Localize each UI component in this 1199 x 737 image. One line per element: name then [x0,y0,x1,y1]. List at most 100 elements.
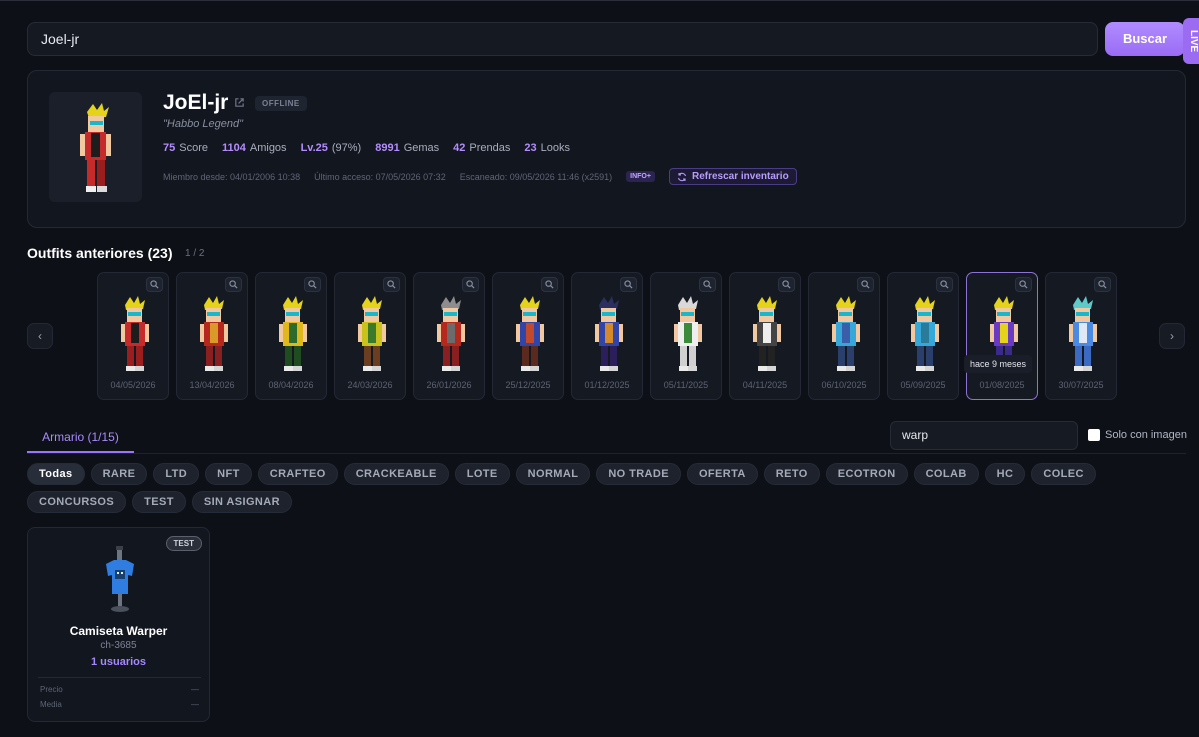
outfit-date: 26/01/2026 [426,380,472,390]
outfit-tooltip: hace 9 meses [964,355,1033,373]
filter-chip[interactable]: RARE [90,463,148,485]
filter-chip[interactable]: CRAFTEO [257,463,338,485]
stat-looks: 23 Looks [524,142,571,154]
outfit-card[interactable]: 30/07/2025 [1045,272,1117,400]
outfit-date: 06/10/2025 [821,380,867,390]
filter-chip[interactable]: CONCURSOS [27,491,127,513]
filter-chip[interactable]: LOTE [454,463,510,485]
filter-chip[interactable]: OFERTA [686,463,758,485]
filter-chip[interactable]: COLAB [913,463,979,485]
zoom-icon[interactable] [620,277,637,292]
outfit-card[interactable]: 06/10/2025 [808,272,880,400]
outfit-sprite [753,296,781,371]
outfit-date: 01/12/2025 [584,380,630,390]
outfit-card[interactable]: 01/08/2025 [966,272,1038,400]
item-name: Camiseta Warper [69,624,168,638]
item-users-link[interactable]: 1 usuarios [28,656,209,668]
zoom-icon[interactable] [699,277,716,292]
refresh-icon [677,172,686,181]
stat-friends: 1104 Amigos [222,142,287,154]
outfit-sprite [279,296,307,371]
outfit-sprite [1069,296,1097,371]
item-badge: TEST [165,536,202,551]
filter-chip[interactable]: Todas [27,463,85,485]
live-side-tab[interactable]: LIVE [1183,18,1199,64]
item-media-row: Media — [40,700,199,709]
shirt-mannequin-image [106,546,134,612]
zoom-icon[interactable] [304,277,321,292]
zoom-icon[interactable] [857,277,874,292]
outfit-date: 08/04/2026 [268,380,314,390]
avatar-sprite [80,103,111,192]
outfit-card[interactable]: 05/11/2025 [650,272,722,400]
profile-card: JoEl-jr OFFLINE "Habbo Legend" 75 Score 1… [27,70,1186,228]
outfit-card[interactable]: 26/01/2026 [413,272,485,400]
outfit-card[interactable]: 08/04/2026 [255,272,327,400]
member-since: Miembro desde: 04/01/2006 10:38 [163,171,301,182]
stat-score: 75 Score [163,142,208,154]
last-access: Último acceso: 07/05/2026 07:32 [314,171,446,182]
zoom-icon[interactable] [541,277,558,292]
zoom-icon[interactable] [383,277,400,292]
filter-chip[interactable]: ECOTRON [825,463,908,485]
outfit-sprite [674,296,702,371]
item-card[interactable]: TEST Camiseta Warper ch-3685 1 usuarios … [27,527,210,722]
outfit-sprite [516,296,544,371]
filter-chip[interactable]: LTD [153,463,200,485]
refresh-inventory-button[interactable]: Refrescar inventario [668,168,797,185]
outfit-card[interactable]: 05/09/2025 [887,272,959,400]
tab-armario[interactable]: Armario (1/15) [27,425,134,453]
filter-chip[interactable]: HC [984,463,1026,485]
zoom-icon[interactable] [146,277,163,292]
profile-name: JoEl-jr [163,91,229,114]
filter-chip[interactable]: SIN ASIGNAR [191,491,292,513]
filter-chip[interactable]: RETO [763,463,820,485]
zoom-icon[interactable] [225,277,242,292]
outfit-card[interactable]: 04/05/2026 [97,272,169,400]
filter-chip[interactable]: CRACKEABLE [343,463,449,485]
outfit-date: 13/04/2026 [189,380,235,390]
outfit-date: 04/11/2025 [742,380,788,390]
filter-chip[interactable]: NFT [205,463,252,485]
next-arrow-button[interactable]: › [1159,323,1185,349]
outfits-title: Outfits anteriores (23) [27,245,173,261]
outfit-sprite [200,296,228,371]
outfit-date: 30/07/2025 [1058,380,1104,390]
zoom-icon[interactable] [1094,277,1111,292]
item-divider [38,677,201,678]
search-button[interactable]: Buscar [1105,22,1185,56]
filter-chip[interactable]: TEST [132,491,186,513]
zoom-icon[interactable] [1015,277,1032,292]
search-input[interactable]: Joel-jr [27,22,1098,56]
zoom-icon[interactable] [462,277,479,292]
stat-level: Lv.25 (97%) [300,142,362,154]
outfit-date: 25/12/2025 [505,380,551,390]
only-with-image-checkbox[interactable] [1088,429,1100,441]
zoom-icon[interactable] [778,277,795,292]
external-link-icon[interactable] [234,97,245,108]
outfit-card[interactable]: 13/04/2026 [176,272,248,400]
outfit-date: 05/11/2025 [663,380,709,390]
outfit-card[interactable]: 04/11/2025 [729,272,801,400]
info-plus-badge[interactable]: INFO+ [626,171,655,182]
zoom-icon[interactable] [936,277,953,292]
outfit-date: 24/03/2026 [347,380,393,390]
outfit-sprite [437,296,465,371]
wardrobe-filter-input[interactable]: warp [890,421,1078,450]
status-badge: OFFLINE [255,96,307,111]
outfit-date: 05/09/2025 [900,380,946,390]
outfit-sprite [121,296,149,371]
item-code: ch-3685 [100,640,137,651]
filter-chip[interactable]: NO TRADE [596,463,681,485]
outfit-card[interactable]: 25/12/2025 [492,272,564,400]
stat-clothes: 42 Prendas [453,142,511,154]
outfit-card[interactable]: 24/03/2026 [334,272,406,400]
outfit-sprite [358,296,386,371]
only-with-image-label: Solo con imagen [1105,429,1187,441]
filter-chip[interactable]: COLEC [1031,463,1096,485]
filter-chip[interactable]: NORMAL [515,463,591,485]
prev-arrow-button[interactable]: ‹ [27,323,53,349]
outfit-date: 04/05/2026 [110,380,156,390]
outfits-pagination: 1 / 2 [185,248,205,259]
outfit-card[interactable]: 01/12/2025 [571,272,643,400]
